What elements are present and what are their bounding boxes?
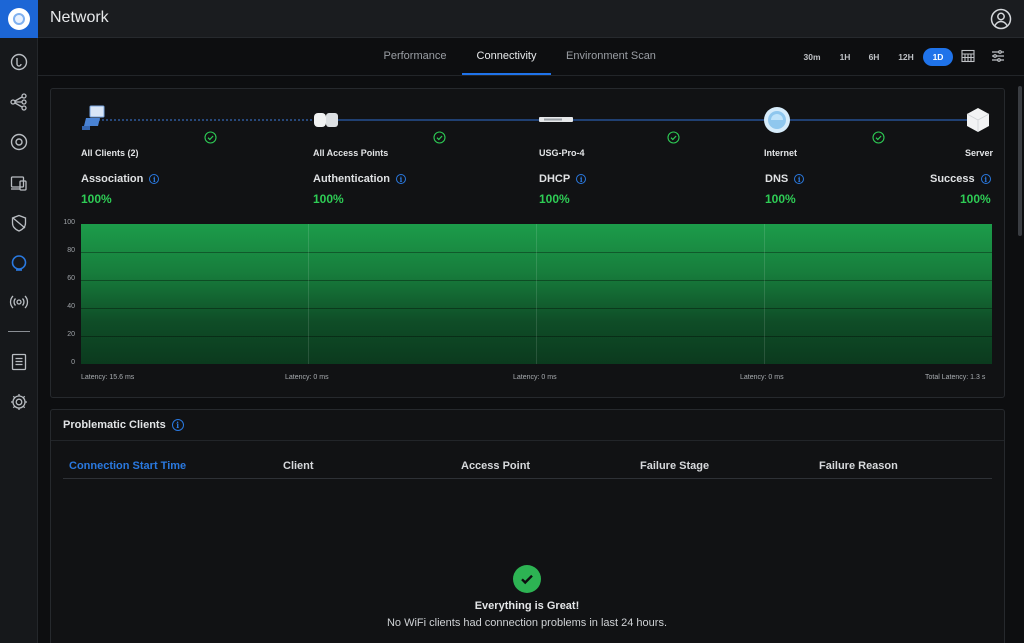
latency-gateway: Latency: 0 ms — [513, 374, 557, 381]
metric-value: 100% — [960, 192, 991, 206]
info-icon[interactable]: i — [396, 174, 406, 184]
metric-value: 100% — [765, 192, 796, 206]
y-tick-label: 20 — [67, 331, 75, 338]
scrollbar[interactable] — [1018, 86, 1022, 236]
user-avatar-icon[interactable] — [990, 8, 1012, 30]
gateway-icon — [539, 117, 573, 122]
column-client[interactable]: Client — [283, 460, 314, 472]
column-failure-stage[interactable]: Failure Stage — [640, 460, 709, 472]
range-6h[interactable]: 6H — [862, 48, 886, 66]
globe-icon — [764, 107, 790, 133]
tab-environment-scan[interactable]: Environment Scan — [560, 38, 662, 75]
metric-association: Association i — [81, 173, 160, 185]
column-connection-start-time[interactable]: Connection Start Time — [69, 460, 186, 472]
segment-divider — [536, 224, 537, 364]
latency-internet: Latency: 0 ms — [740, 374, 784, 381]
settings-icon[interactable] — [0, 387, 38, 417]
latency-access-points: Latency: 0 ms — [285, 374, 329, 381]
range-30m[interactable]: 30m — [799, 48, 825, 66]
devices-icon[interactable] — [0, 127, 38, 157]
metric-value: 100% — [81, 192, 112, 206]
insights-icon[interactable] — [0, 248, 38, 278]
tabs-bar: Performance Connectivity Environment Sca… — [38, 38, 1024, 76]
node-name-server: Server — [965, 148, 994, 158]
column-access-point[interactable]: Access Point — [461, 460, 530, 472]
table-header-divider — [63, 478, 992, 479]
security-icon[interactable] — [0, 208, 38, 238]
unifi-logo[interactable] — [0, 0, 38, 38]
range-1d[interactable]: 1D — [923, 48, 953, 66]
range-12h[interactable]: 12H — [893, 48, 919, 66]
y-tick-label: 100 — [63, 219, 75, 226]
segment-divider — [764, 224, 765, 364]
metric-label: DHCP — [539, 173, 571, 185]
panel-divider — [51, 440, 1004, 441]
y-tick-label: 80 — [67, 247, 75, 254]
latency-total: Total Latency: 1.3 s — [925, 374, 986, 381]
events-icon[interactable] — [0, 347, 38, 377]
empty-state-message: No WiFi clients had connection problems … — [386, 617, 668, 629]
sliders-icon[interactable] — [990, 48, 1006, 64]
app-title: Network — [50, 9, 109, 26]
metric-label: Association — [81, 173, 144, 185]
server-icon — [966, 108, 990, 132]
info-icon[interactable]: i — [171, 419, 184, 431]
sidebar — [0, 0, 38, 643]
latency-clients: Latency: 15.6 ms — [81, 374, 135, 381]
check-icon — [204, 131, 217, 144]
metric-value: 100% — [539, 192, 570, 206]
topology-icon[interactable] — [0, 87, 38, 117]
laptop-icon — [82, 105, 105, 130]
tab-connectivity[interactable]: Connectivity — [462, 38, 551, 75]
node-name-clients[interactable]: All Clients (2) — [81, 148, 139, 158]
section-title: Problematic Clients — [63, 419, 166, 431]
success-check-icon — [513, 565, 541, 593]
success-area-chart — [81, 224, 992, 364]
wifi-broadcast-icon[interactable] — [0, 287, 38, 317]
clients-icon[interactable] — [0, 168, 38, 198]
node-name-access-points[interactable]: All Access Points — [313, 148, 388, 158]
metric-dhcp: DHCP i — [539, 173, 587, 185]
metric-value: 100% — [313, 192, 344, 206]
node-name-gateway[interactable]: USG-Pro-4 — [539, 148, 585, 158]
column-failure-reason[interactable]: Failure Reason — [819, 460, 898, 472]
metric-label: DNS — [765, 173, 789, 185]
y-tick-label: 0 — [71, 359, 75, 366]
check-icon — [667, 131, 680, 144]
check-icon — [872, 131, 885, 144]
metric-label: Authentication — [313, 173, 390, 185]
problematic-clients-title: Problematic Clients i — [63, 419, 184, 431]
node-name-internet: Internet — [764, 148, 798, 158]
info-icon[interactable]: i — [576, 174, 587, 184]
check-icon — [433, 131, 446, 144]
info-icon[interactable]: i — [980, 174, 991, 184]
y-tick-label: 40 — [67, 303, 75, 310]
segment-divider — [308, 224, 309, 364]
info-icon[interactable]: i — [794, 174, 805, 184]
metric-success: Success i — [930, 173, 991, 185]
empty-state-title: Everything is Great! — [474, 600, 580, 612]
y-tick-label: 60 — [67, 275, 75, 282]
range-1h[interactable]: 1H — [833, 48, 857, 66]
app-header: Network — [38, 0, 1024, 38]
sidebar-divider — [8, 331, 30, 332]
tab-performance[interactable]: Performance — [377, 38, 453, 75]
metric-dns: DNS i — [765, 173, 805, 185]
calendar-icon[interactable] — [960, 48, 976, 64]
dashboard-icon[interactable] — [0, 47, 38, 77]
metric-authentication: Authentication i — [313, 173, 406, 185]
metric-label: Success — [930, 173, 975, 185]
access-point-icon — [314, 113, 338, 127]
info-icon[interactable]: i — [149, 174, 160, 184]
